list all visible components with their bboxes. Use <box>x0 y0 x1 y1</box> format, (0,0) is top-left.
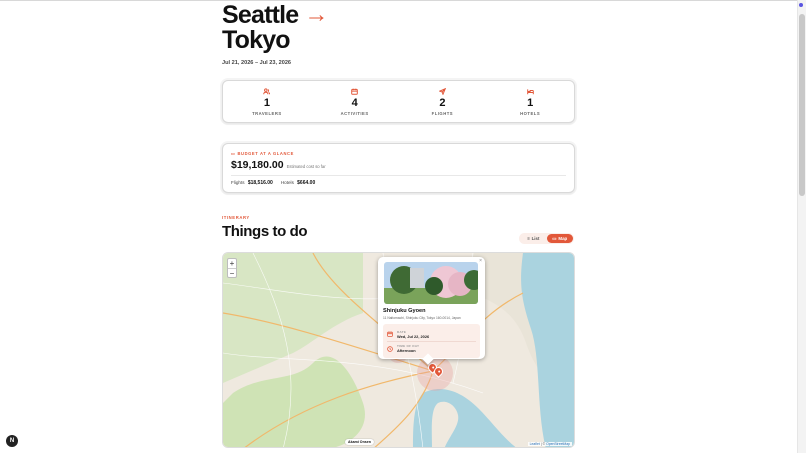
calendar-icon <box>351 88 358 95</box>
list-view-label: List <box>531 236 540 241</box>
stat-flights: 2 FLIGHTS <box>399 81 487 122</box>
map-view-label: Map <box>558 236 568 241</box>
origin-city: Seattle <box>222 1 299 29</box>
scrollbar-thumb[interactable] <box>799 14 805 196</box>
budget-breakdown: Flights $18,516.00 Hotels $664.00 <box>231 180 566 186</box>
leaflet-link[interactable]: Leaflet <box>530 442 540 446</box>
stat-label: TRAVELERS <box>252 111 282 116</box>
zoom-out-button[interactable]: − <box>228 268 236 278</box>
hotels-cost-value: $664.00 <box>297 180 316 186</box>
stat-value: 1 <box>263 97 270 109</box>
budget-heading-label: BUDGET AT A GLANCE <box>237 151 294 156</box>
trip-title: Seattle → Tokyo <box>222 1 328 54</box>
place-photo <box>384 262 478 304</box>
notification-dot <box>799 3 803 7</box>
stat-value: 4 <box>351 97 358 109</box>
destination-city: Tokyo <box>222 26 291 54</box>
stat-travelers: 1 TRAVELERS <box>223 81 311 122</box>
place-schedule: DATE Wed, Jul 22, 2026 TIME OF DAY After… <box>383 324 480 358</box>
time-row: TIME OF DAY Afternoon <box>387 341 476 355</box>
users-icon <box>263 88 271 95</box>
osm-link[interactable]: OpenStreetMap <box>546 442 570 446</box>
plane-icon <box>438 88 446 95</box>
trip-dates: Jul 21, 2026 – Jul 23, 2026 <box>222 60 292 66</box>
attribution-separator: | © <box>540 442 546 446</box>
place-popup: × Shinjuku Gyoen 11 Naitomachi, Shinjuku… <box>378 257 485 365</box>
list-icon: ≡ <box>527 236 530 241</box>
stat-label: FLIGHTS <box>431 111 454 116</box>
hotels-cost-label: Hotels <box>280 180 294 185</box>
place-address: 11 Naitomachi, Shinjuku City, Tokyo 160-… <box>383 316 461 320</box>
bed-icon <box>526 89 534 95</box>
date-value: Wed, Jul 22, 2026 <box>397 333 430 339</box>
clock-icon <box>387 345 393 352</box>
stat-label: HOTELS <box>520 111 541 116</box>
stat-hotels: 1 HOTELS <box>486 81 574 122</box>
view-toggle: ≡ List ▭ Map <box>519 233 574 244</box>
divider <box>231 175 566 176</box>
budget-card: ▭ BUDGET AT A GLANCE $19,180.00 Estimate… <box>222 143 575 193</box>
top-border <box>0 0 806 1</box>
wallet-icon: ▭ <box>231 151 236 156</box>
zoom-in-button[interactable]: + <box>228 259 236 268</box>
flights-cost-label: Flights <box>231 180 245 185</box>
stat-value: 1 <box>527 97 534 109</box>
section-title: Things to do <box>222 223 308 240</box>
arrow-right-icon: → <box>304 1 328 28</box>
zoom-control: + − <box>227 258 237 278</box>
trip-stats-card: 1 TRAVELERS 4 ACTIVITIES 2 FLIGHTS 1 HOT… <box>222 80 575 123</box>
popup-close-button[interactable]: × <box>479 258 482 264</box>
budget-total: $19,180.00 <box>231 159 284 171</box>
section-tag: ITINERARY <box>222 215 250 220</box>
map-attribution: Leaflet | © OpenStreetMap <box>527 442 572 446</box>
budget-total-note: Estimated cost so far <box>286 164 326 169</box>
assistant-button[interactable]: N <box>6 435 18 447</box>
place-name: Shinjuku Gyoen <box>383 308 426 314</box>
stat-value: 2 <box>439 97 446 109</box>
map-icon: ▭ <box>552 235 557 241</box>
scrollbar[interactable] <box>797 0 806 453</box>
budget-heading: ▭ BUDGET AT A GLANCE <box>231 151 566 156</box>
flights-cost-value: $18,516.00 <box>247 180 273 186</box>
map-view-button[interactable]: ▭ Map <box>546 234 573 243</box>
list-view-button[interactable]: ≡ List <box>520 234 547 243</box>
calendar-icon <box>387 331 393 337</box>
time-value: Afternoon <box>397 348 416 353</box>
stat-activities: 4 ACTIVITIES <box>311 81 399 122</box>
stat-label: ACTIVITIES <box>340 111 369 116</box>
date-row: DATE Wed, Jul 22, 2026 <box>387 327 476 341</box>
map-place-label: Akami Onsen <box>345 439 374 445</box>
